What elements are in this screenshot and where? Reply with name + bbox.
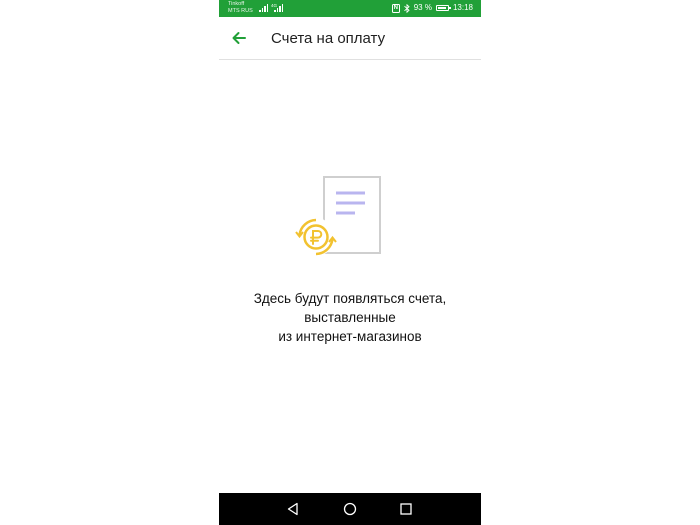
bluetooth-icon (403, 3, 410, 13)
app-bar: Счета на оплату (219, 17, 481, 60)
battery-percent: 93 % (413, 3, 432, 12)
battery-level (437, 7, 447, 9)
phone-screen: Tinkoff MTS RUS 4G N 93 % 13:18 Счета на… (219, 0, 481, 525)
status-right: N 93 % 13:18 (391, 3, 473, 13)
carrier-names: Tinkoff MTS RUS (228, 1, 253, 15)
arrow-left-icon (232, 32, 246, 44)
carrier-1: Tinkoff (228, 1, 245, 7)
back-triangle-icon[interactable] (285, 501, 301, 517)
empty-message-line-1: Здесь будут появляться счета, (253, 291, 447, 306)
signal-icon (259, 4, 269, 12)
empty-state-message: Здесь будут появляться счета, выставленн… (219, 289, 481, 346)
battery-icon (435, 5, 451, 11)
nfc-icon: N (391, 3, 400, 13)
back-button[interactable] (227, 26, 251, 50)
clock: 13:18 (452, 3, 473, 12)
invoice-illustration-icon (295, 176, 381, 256)
carrier-2: MTS RUS (228, 8, 253, 14)
system-navigation-bar (219, 493, 481, 525)
empty-message-line-3: из интернет-магазинов (278, 329, 422, 344)
recents-square-icon[interactable] (398, 501, 414, 517)
home-circle-icon[interactable] (342, 501, 358, 517)
status-bar: Tinkoff MTS RUS 4G N 93 % 13:18 (219, 0, 481, 17)
empty-message-line-2: выставленные (304, 310, 396, 325)
page-title: Счета на оплату (271, 30, 386, 47)
signal-icon (274, 4, 284, 12)
